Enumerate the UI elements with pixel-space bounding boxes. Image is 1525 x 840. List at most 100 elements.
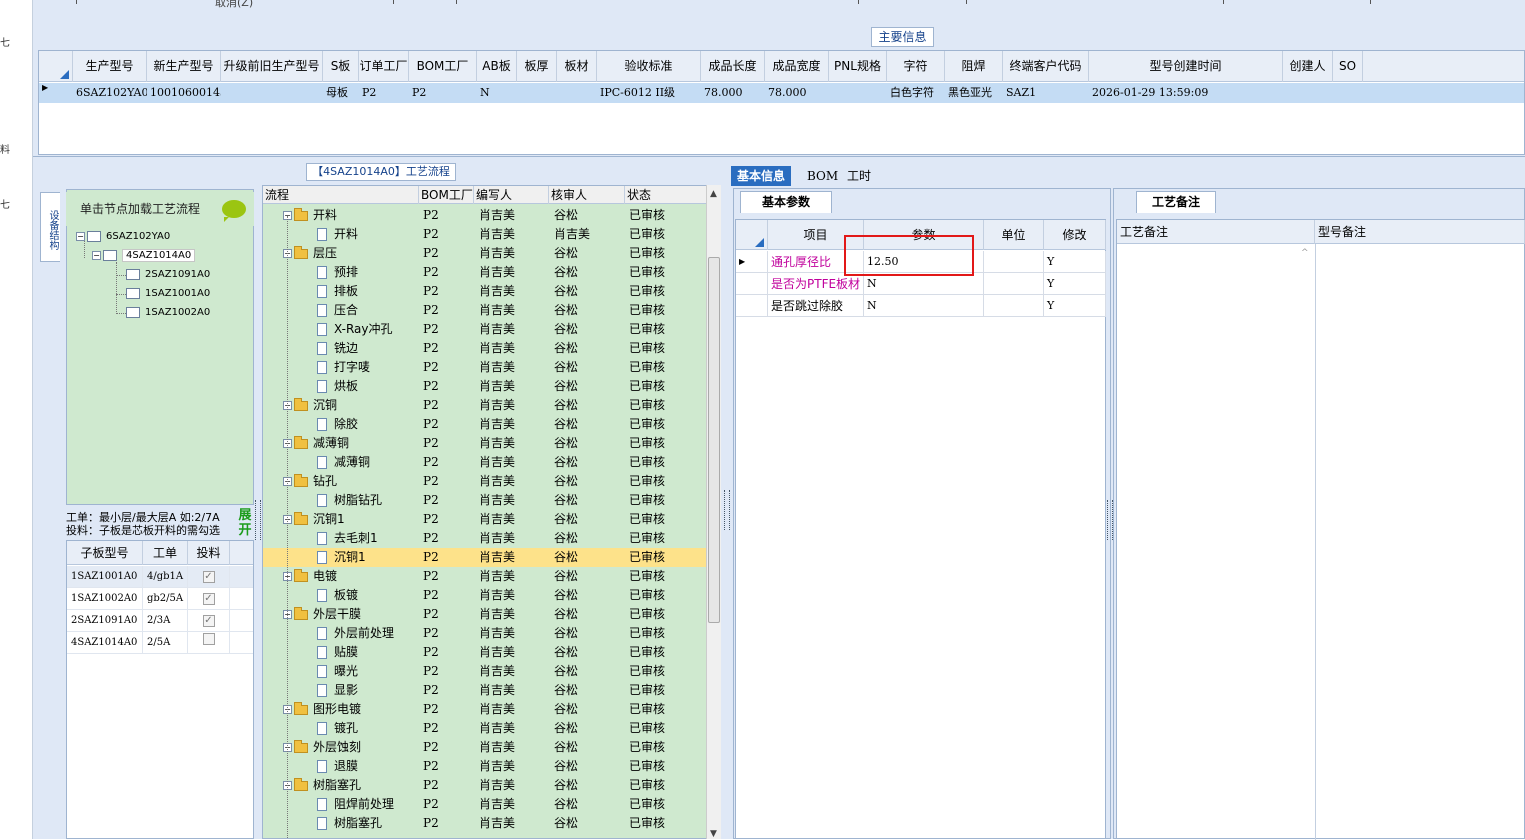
splitter-grip[interactable] (1107, 500, 1113, 540)
splitter-grip[interactable] (724, 490, 730, 530)
flow-step-row[interactable]: 去毛刺1 P2 肖吉美 谷松 已审核 (263, 529, 708, 548)
collapse-icon[interactable]: − (92, 250, 101, 260)
feed-checkbox[interactable]: ✓ (202, 615, 215, 627)
scroll-thumb[interactable] (708, 257, 720, 623)
col-writer[interactable]: 编写人 (474, 186, 549, 204)
cancel-button[interactable]: 取消(Z) (215, 0, 253, 10)
col-4[interactable]: S板 (323, 51, 359, 82)
tab-basic-info[interactable]: 基本信息 (731, 166, 792, 186)
flow-step-row[interactable]: 镀孔 P2 肖吉美 谷松 已审核 (263, 719, 708, 738)
col-unit[interactable]: 单位 (984, 220, 1044, 250)
tree-node[interactable]: 2SAZ1091A0 (126, 266, 210, 284)
sub-board-row[interactable]: 1SAZ1001A0 4/gb1A ✓ (67, 566, 253, 588)
flow-step-row[interactable]: 阻焊前处理 P2 肖吉美 谷松 已审核 (263, 795, 708, 814)
flow-step-row[interactable]: 曝光 P2 肖吉美 谷松 已审核 (263, 662, 708, 681)
col-14[interactable]: 字符 (887, 51, 945, 82)
flow-group-row[interactable]: − 沉铜1 P2 肖吉美 谷松 已审核 (263, 510, 708, 529)
col-edit[interactable]: 修改 (1044, 220, 1106, 250)
flow-step-row[interactable]: 外层前处理 P2 肖吉美 谷松 已审核 (263, 624, 708, 643)
feed-checkbox[interactable] (202, 633, 215, 645)
col-17[interactable]: 型号创建时间 (1089, 51, 1283, 82)
tree-node-selected[interactable]: −4SAZ1014A0 (92, 247, 196, 265)
col-18[interactable]: 创建人 (1283, 51, 1333, 82)
col-reviewer[interactable]: 核审人 (549, 186, 625, 204)
flow-group-row[interactable]: − 外层蚀刻 P2 肖吉美 谷松 已审核 (263, 738, 708, 757)
flow-group-row[interactable]: − 树脂塞孔 P2 肖吉美 谷松 已审核 (263, 776, 708, 795)
flow-step-row[interactable]: 烘板 P2 肖吉美 谷松 已审核 (263, 377, 708, 396)
flow-step-row[interactable]: 开料 P2 肖吉美 肖吉美 已审核 (263, 225, 708, 244)
flow-group-row[interactable]: − 层压 P2 肖吉美 谷松 已审核 (263, 244, 708, 263)
flow-step-row[interactable]: 压合 P2 肖吉美 谷松 已审核 (263, 301, 708, 320)
flow-group-row[interactable]: − 图形电镀 P2 肖吉美 谷松 已审核 (263, 700, 708, 719)
flow-group-row[interactable]: − 减薄铜 P2 肖吉美 谷松 已审核 (263, 434, 708, 453)
col-13[interactable]: PNL规格 (829, 51, 887, 82)
col-order[interactable]: 工单 (143, 541, 188, 565)
col-19[interactable]: SO (1333, 51, 1363, 82)
col-6[interactable]: BOM工厂 (409, 51, 477, 82)
flow-step-row[interactable]: 显影 P2 肖吉美 谷松 已审核 (263, 681, 708, 700)
flow-step-row[interactable]: 沉铜1 P2 肖吉美 谷松 已审核 (263, 548, 708, 567)
basic-params-tab[interactable]: 基本参数 (740, 191, 832, 213)
scroll-down-icon[interactable]: ▼ (710, 829, 717, 839)
param-row[interactable]: 是否跳过除胶 N Y (736, 295, 1106, 317)
flow-group-row[interactable]: − 沉铜 P2 肖吉美 谷松 已审核 (263, 396, 708, 415)
splitter-grip[interactable] (255, 500, 261, 540)
remark-tab[interactable]: 工艺备注 (1136, 191, 1216, 213)
flow-step-row[interactable]: X-Ray冲孔 P2 肖吉美 谷松 已审核 (263, 320, 708, 339)
flow-step-row[interactable]: 板镀 P2 肖吉美 谷松 已审核 (263, 586, 708, 605)
param-row[interactable]: 是否为PTFE板材 N Y (736, 273, 1106, 295)
scroll-up-icon[interactable]: ▲ (710, 189, 717, 199)
tab-bom[interactable]: BOM (801, 166, 844, 186)
col-status[interactable]: 状态 (625, 186, 708, 204)
sub-board-row[interactable]: 4SAZ1014A0 2/5A (67, 632, 253, 654)
col-12[interactable]: 成品宽度 (765, 51, 829, 82)
tree-node[interactable]: 1SAZ1001A0 (126, 285, 210, 303)
collapse-icon[interactable]: − (76, 231, 85, 241)
flow-step-row[interactable]: 减薄铜 P2 肖吉美 谷松 已审核 (263, 453, 708, 472)
col-process-remark[interactable]: 工艺备注 (1117, 220, 1315, 244)
col-5[interactable]: 订单工厂 (359, 51, 409, 82)
flow-group-row[interactable]: − 钻孔 P2 肖吉美 谷松 已审核 (263, 472, 708, 491)
col-11[interactable]: 成品长度 (701, 51, 765, 82)
col-2[interactable]: 新生产型号 (147, 51, 221, 82)
col-8[interactable]: 板厚 (517, 51, 557, 82)
flow-step-row[interactable]: 贴膜 P2 肖吉美 谷松 已审核 (263, 643, 708, 662)
sub-board-row[interactable]: 2SAZ1091A0 2/3A ✓ (67, 610, 253, 632)
flow-scrollbar[interactable]: ▲ ▼ (706, 185, 721, 839)
col-3[interactable]: 升级前旧生产型号 (221, 51, 323, 82)
col-model-remark[interactable]: 型号备注 (1315, 220, 1525, 244)
flow-step-row[interactable]: 预排 P2 肖吉美 谷松 已审核 (263, 263, 708, 282)
side-tab-structure[interactable]: 设备结构 (40, 192, 60, 262)
main-info-row[interactable]: ▶ 6SAZ102YA010010600143851 母板 P2 P2 N IPC-601… (39, 83, 1524, 103)
flow-step-row[interactable]: 退膜 P2 肖吉美 谷松 已审核 (263, 757, 708, 776)
feed-checkbox[interactable]: ✓ (202, 571, 215, 583)
col-1[interactable]: 生产型号 (73, 51, 147, 82)
expand-button[interactable]: 展开 (236, 508, 254, 540)
col-9[interactable]: 板材 (557, 51, 597, 82)
horizontal-splitter[interactable] (33, 156, 1525, 164)
tree-node-root[interactable]: −6SAZ102YA0 (76, 228, 170, 246)
flow-step-row[interactable]: 树脂塞孔 P2 肖吉美 谷松 已审核 (263, 814, 708, 833)
param-value-cell[interactable]: N (864, 273, 984, 295)
flow-step-row[interactable]: 除胶 P2 肖吉美 谷松 已审核 (263, 415, 708, 434)
col-10[interactable]: 验收标准 (597, 51, 701, 82)
col-bom-factory[interactable]: BOM工厂 (419, 186, 474, 204)
feed-checkbox[interactable]: ✓ (202, 593, 215, 605)
col-15[interactable]: 阻焊 (945, 51, 1003, 82)
tree-node[interactable]: 1SAZ1002A0 (126, 304, 210, 322)
flow-group-row[interactable]: − 电镀 P2 肖吉美 谷松 已审核 (263, 567, 708, 586)
tab-worktime[interactable]: 工时 (841, 166, 877, 186)
flow-step-row[interactable]: 排板 P2 肖吉美 谷松 已审核 (263, 282, 708, 301)
flow-step-row[interactable]: 打字唛 P2 肖吉美 谷松 已审核 (263, 358, 708, 377)
col-16[interactable]: 终端客户代码 (1003, 51, 1089, 82)
flow-group-row[interactable]: − 外层干膜 P2 肖吉美 谷松 已审核 (263, 605, 708, 624)
param-value-cell[interactable]: N (864, 295, 984, 317)
flow-group-row[interactable]: − 开料 P2 肖吉美 谷松 已审核 (263, 206, 708, 225)
flow-step-row[interactable]: 树脂钻孔 P2 肖吉美 谷松 已审核 (263, 491, 708, 510)
col-sub-model[interactable]: 子板型号 (67, 541, 143, 565)
col-feed[interactable]: 投料 (188, 541, 230, 565)
col-7[interactable]: AB板 (477, 51, 517, 82)
flow-step-row[interactable]: 铣边 P2 肖吉美 谷松 已审核 (263, 339, 708, 358)
main-info-tab[interactable]: 主要信息 (871, 27, 934, 47)
sub-board-row[interactable]: 1SAZ1002A0 gb2/5A ✓ (67, 588, 253, 610)
